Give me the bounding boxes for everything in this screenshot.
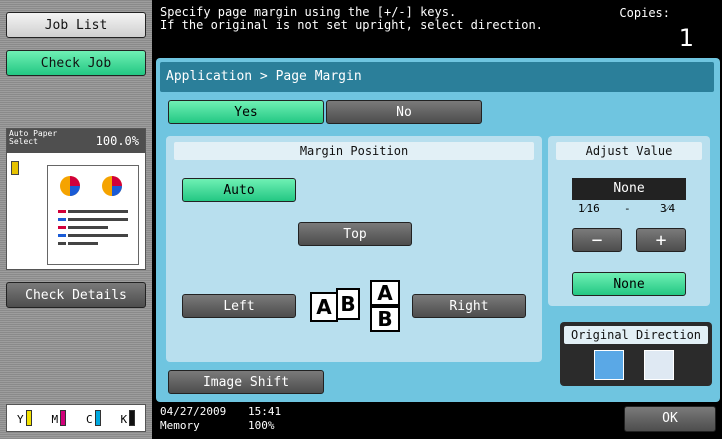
preview-panel: Auto Paper Select 100.0% xyxy=(6,128,146,270)
toner-y: Y xyxy=(17,410,32,426)
original-direction-panel: Original Direction xyxy=(560,322,712,386)
toner-k-bar xyxy=(129,410,136,426)
copies-label: Copies: xyxy=(619,6,670,20)
adjust-value-display: None xyxy=(572,178,686,200)
check-details-button[interactable]: Check Details xyxy=(6,282,146,308)
top-binding-b-icon: B xyxy=(370,306,400,332)
no-button[interactable]: No xyxy=(326,100,482,124)
top-binding-a-icon: A xyxy=(370,280,400,306)
toner-m-label: M xyxy=(51,413,59,426)
minus-button[interactable]: − xyxy=(572,228,622,252)
toner-levels: Y M C K xyxy=(6,404,146,432)
direction-rotated-icon[interactable] xyxy=(644,350,674,380)
main-panel: Application > Page Margin Yes No Margin … xyxy=(156,58,720,402)
toner-m-bar xyxy=(60,410,67,426)
adjust-min-label: 1⁄16 xyxy=(578,202,600,215)
toner-c-label: C xyxy=(85,413,93,426)
adjust-value-title: Adjust Value xyxy=(556,142,702,160)
job-list-button[interactable]: Job List xyxy=(6,12,146,38)
original-direction-title: Original Direction xyxy=(564,326,708,344)
paper-select-label: Auto Paper Select xyxy=(9,129,58,146)
original-stack-icon xyxy=(11,161,19,175)
adjust-value-panel: Adjust Value None 1⁄16 - 3⁄4 − + None xyxy=(548,136,710,306)
memory-label: Memory xyxy=(160,419,200,432)
top-button[interactable]: Top xyxy=(298,222,412,246)
sidebar: Job List Check Job Auto Paper Select 100… xyxy=(0,0,152,439)
footer-date: 04/27/2009 xyxy=(160,405,227,418)
check-job-button[interactable]: Check Job xyxy=(6,50,146,76)
ok-button[interactable]: OK xyxy=(624,406,716,432)
right-button[interactable]: Right xyxy=(412,294,526,318)
toner-m: M xyxy=(51,410,67,426)
message-line-2: If the original is not set upright, sele… xyxy=(160,18,543,32)
preview-header: Auto Paper Select 100.0% xyxy=(7,129,145,153)
direction-upright-icon[interactable] xyxy=(594,350,624,380)
auto-button[interactable]: Auto xyxy=(182,178,296,202)
toner-k: K xyxy=(120,410,136,426)
left-binding-b-icon: B xyxy=(336,288,360,320)
adjust-max-label: 3⁄4 xyxy=(660,202,676,215)
toner-c: C xyxy=(86,410,101,426)
image-shift-button[interactable]: Image Shift xyxy=(168,370,324,394)
document-preview-icon xyxy=(58,176,128,245)
zoom-value: 100.0% xyxy=(95,134,139,148)
breadcrumb: Application > Page Margin xyxy=(160,62,714,92)
toner-c-bar xyxy=(94,410,101,426)
copies-value: 1 xyxy=(678,24,694,52)
none-button[interactable]: None xyxy=(572,272,686,296)
yes-button[interactable]: Yes xyxy=(168,100,324,124)
left-binding-a-icon: A xyxy=(310,292,338,322)
toner-y-label: Y xyxy=(16,413,24,426)
margin-position-title: Margin Position xyxy=(174,142,534,160)
footer-time: 15:41 xyxy=(248,405,282,418)
margin-position-panel: Margin Position Auto Top Left Right A B … xyxy=(166,136,542,362)
toner-y-bar xyxy=(25,410,32,426)
left-button[interactable]: Left xyxy=(182,294,296,318)
adjust-range-dash: - xyxy=(624,202,631,215)
page-preview-thumbnail xyxy=(47,165,139,265)
status-footer: 04/27/2009 15:41 Memory 100% OK xyxy=(152,402,722,439)
memory-value: 100% xyxy=(248,419,275,432)
plus-button[interactable]: + xyxy=(636,228,686,252)
toner-k-label: K xyxy=(120,413,128,426)
